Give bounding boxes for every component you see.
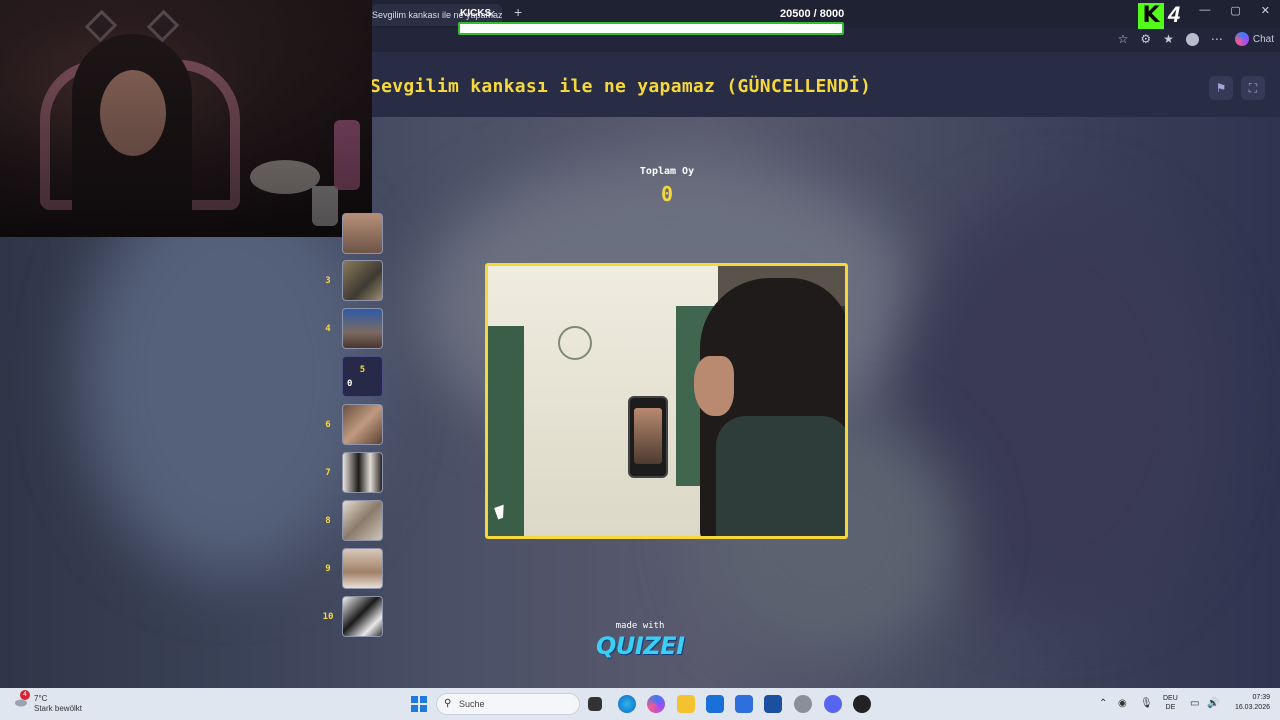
kick-logo-icon: K: [1138, 3, 1164, 29]
thumbnail-10[interactable]: [342, 596, 383, 637]
store-icon[interactable]: [706, 695, 724, 713]
fullscreen-button[interactable]: ⛶: [1241, 76, 1265, 100]
lang-bottom: DE: [1165, 704, 1176, 711]
total-votes-value: 0: [660, 182, 674, 206]
weather-text: 7°C Stark bewölkt: [34, 694, 82, 714]
weather-badge: 4: [20, 690, 30, 700]
obs-icon[interactable]: [853, 695, 871, 713]
lang-top: DEU: [1163, 695, 1178, 702]
task-view-icon[interactable]: [588, 697, 602, 711]
search-placeholder: Suche: [459, 699, 485, 709]
window-controls: — ▢ ✕: [1199, 4, 1270, 17]
total-votes-label: Toplam Oy: [639, 166, 695, 177]
thumbnail-number: 10: [322, 612, 334, 622]
kicks-label: KICKS: [460, 8, 492, 19]
thumbnail-number: 8: [325, 516, 331, 526]
active-thumbnail-votes: 0: [347, 379, 353, 389]
minimize-button[interactable]: —: [1199, 4, 1210, 17]
clock-time: 07:39: [1252, 694, 1270, 701]
weather-desc: Stark bewölkt: [34, 704, 83, 713]
dark-jacket: [716, 416, 845, 536]
edge-browser-icon[interactable]: [618, 695, 636, 713]
thumbnail-8[interactable]: [342, 500, 383, 541]
copilot-icon: [1234, 32, 1249, 46]
network-icon[interactable]: ◉: [1118, 698, 1127, 709]
kicks-progress-fill: [460, 24, 842, 33]
thumbnail-number: 9: [325, 564, 331, 574]
close-window-button[interactable]: ✕: [1261, 4, 1270, 17]
hoodie-emblem: [558, 326, 592, 360]
thumbnail-3[interactable]: [342, 260, 383, 301]
discord-icon[interactable]: [824, 695, 842, 713]
kicks-progress-bar: [458, 22, 844, 35]
toolbar-icons: ☆ ⚙ ★ ⋯ Chat: [1118, 32, 1274, 46]
language-indicator[interactable]: DEU DE: [1163, 694, 1178, 712]
copilot-chat-button[interactable]: Chat: [1234, 32, 1274, 46]
quiz-main-image[interactable]: [485, 263, 848, 539]
quizei-logo[interactable]: QUIZEI: [596, 632, 685, 660]
copilot-icon[interactable]: [647, 695, 665, 713]
volume-icon[interactable]: 🔊: [1207, 698, 1219, 709]
phone: [628, 396, 668, 478]
photos-icon[interactable]: [764, 695, 782, 713]
thumbnail-7[interactable]: [342, 452, 383, 493]
weather-temp: 7°C: [34, 694, 48, 703]
report-flag-button[interactable]: ⚑: [1209, 76, 1233, 100]
favorite-star-icon[interactable]: ☆: [1118, 32, 1129, 46]
webcam-shade: [0, 0, 372, 237]
system-clock[interactable]: 07:39 16.03.2026: [1226, 693, 1270, 713]
girl-face: [694, 356, 734, 416]
thumbnail-number: 6: [325, 420, 331, 430]
favorites-icon[interactable]: ★: [1163, 32, 1174, 46]
thumbnail-number: 7: [325, 468, 331, 478]
search-icon: ⚲: [444, 698, 452, 709]
thumbnail-9[interactable]: [342, 548, 383, 589]
kicks-counter: 20500 / 8000: [780, 8, 845, 20]
maximize-button[interactable]: ▢: [1230, 4, 1240, 17]
new-tab-button[interactable]: +: [514, 4, 522, 20]
active-thumbnail-number: 5: [359, 365, 366, 375]
file-explorer-icon[interactable]: [677, 695, 695, 713]
windows-start-icon[interactable]: [411, 696, 427, 712]
quiz-title: Sevgilim kankası ile ne yapamaz (GÜNCELL…: [370, 76, 872, 97]
thumbnail-number: 3: [325, 276, 331, 286]
made-with-label: made with: [615, 621, 665, 631]
mail-icon[interactable]: [735, 695, 753, 713]
webcam-overlay: [0, 0, 372, 237]
microphone-icon[interactable]: 🎙: [1140, 698, 1153, 709]
thumbnail-5-active[interactable]: 5 0: [342, 356, 383, 397]
taskbar-search-input[interactable]: ⚲ Suche: [436, 693, 580, 715]
kick-number: 4: [1168, 2, 1181, 27]
thumbnail-number: 4: [325, 324, 331, 334]
tray-chevron-icon[interactable]: ⌃: [1099, 698, 1107, 709]
profile-avatar-icon[interactable]: [1185, 32, 1199, 46]
thumbnail-2[interactable]: [342, 213, 383, 254]
thumbnail-6[interactable]: [342, 404, 383, 445]
thumbnail-4[interactable]: [342, 308, 383, 349]
chat-label: Chat: [1252, 33, 1274, 45]
clock-date: 16.03.2026: [1234, 704, 1270, 711]
display-icon[interactable]: ▭: [1190, 698, 1199, 709]
extensions-icon[interactable]: ⚙: [1140, 32, 1151, 46]
windows-taskbar: 4 7°C Stark bewölkt ⚲ Suche ⌃ ◉ 🎙 DEU DE …: [0, 688, 1280, 720]
settings-gear-icon[interactable]: [794, 695, 812, 713]
phone-screen: [634, 408, 662, 464]
more-menu-icon[interactable]: ⋯: [1211, 32, 1223, 46]
